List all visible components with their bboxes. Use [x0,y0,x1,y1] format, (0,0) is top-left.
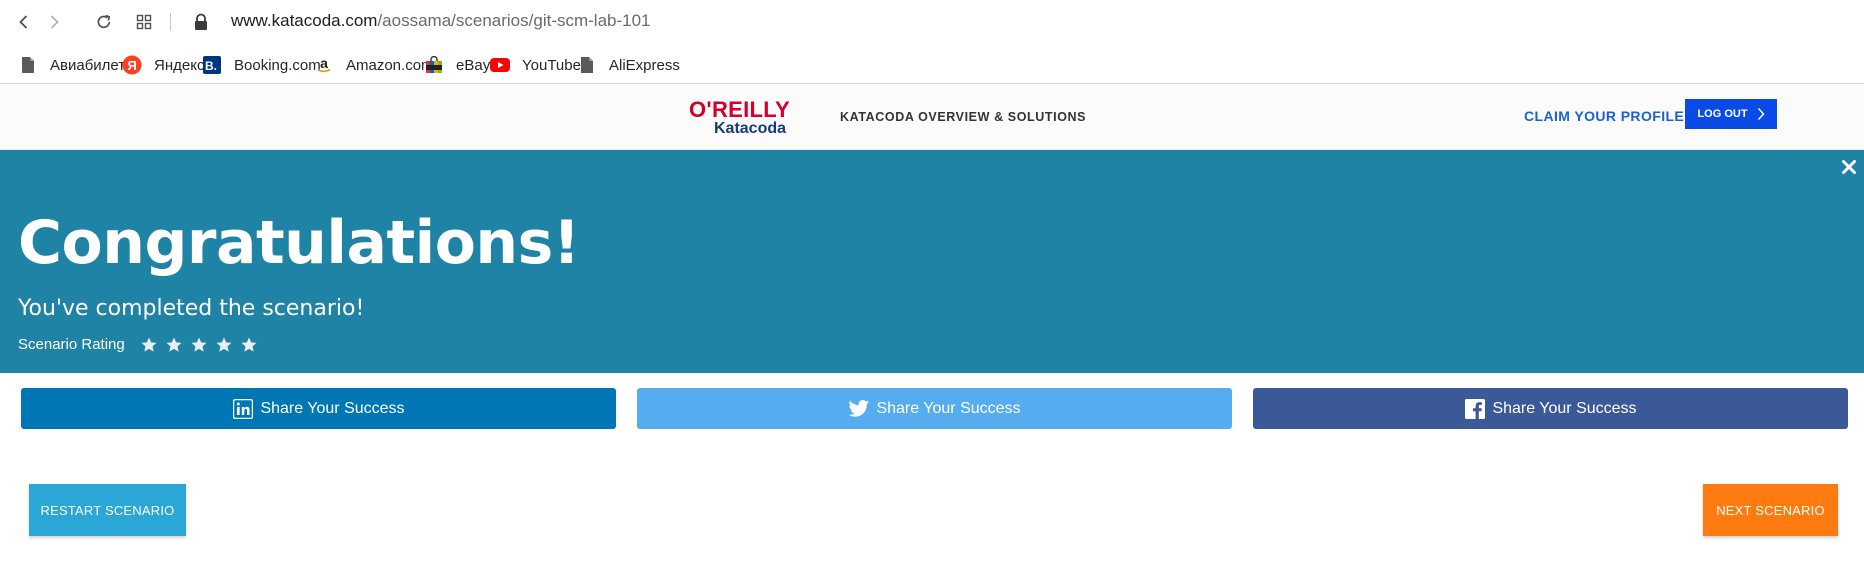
page-icon [18,55,38,75]
bookmark-label: Яндекс [154,56,205,74]
youtube-icon [490,55,510,75]
grid-icon [136,14,152,30]
oreilly-katacoda-logo[interactable]: O'REILLY Katacoda [689,97,801,139]
svg-text:Я: Я [127,58,136,73]
amazon-icon: a [314,55,334,75]
bookmark-label: Amazon.com [346,56,434,74]
address-separator [170,13,171,31]
star-icon[interactable] [165,336,183,354]
logout-label: LOG OUT [1697,108,1748,120]
forward-button[interactable] [42,10,66,34]
star-icon[interactable] [190,336,208,354]
bookmark-yandex[interactable]: Я Яндекс [122,53,204,77]
logout-button[interactable]: LOG OUT [1685,99,1777,129]
bookmark-ebay[interactable]: eBay [424,53,490,77]
bookmark-label: eBay [456,56,491,74]
logo-katacoda: Katacoda [714,120,787,137]
ebay-icon [424,55,444,75]
bookmark-label: Booking.com [234,56,321,74]
bookmark-label: YouTube [522,56,581,74]
tabs-grid-button[interactable] [132,10,156,34]
browser-address-bar: www.katacoda.com/aossama/scenarios/git-s… [0,0,1864,44]
bookmark-aliexpress[interactable]: AliExpress [577,53,680,77]
svg-text:a: a [320,56,328,71]
yandex-icon: Я [122,55,142,75]
reload-button[interactable] [92,10,116,34]
share-label: Share Your Success [876,399,1021,417]
lock-icon[interactable] [192,12,210,32]
bookmarks-bar: Авиабилеты Я Яндекс B. Booking.com a Ama… [0,46,1864,84]
bookmark-booking[interactable]: B. Booking.com [202,53,321,77]
site-header: O'REILLY Katacoda KATACODA OVERVIEW & SO… [0,85,1864,150]
page-icon [577,55,597,75]
url-path: /aossama/scenarios/git-scm-lab-101 [377,11,651,30]
completed-message: You've completed the scenario! [18,296,365,321]
star-icon[interactable] [140,336,158,354]
nav-overview-solutions[interactable]: KATACODA OVERVIEW & SOLUTIONS [840,110,1086,124]
bookmark-youtube[interactable]: YouTube [490,53,581,77]
share-linkedin-button[interactable]: Share Your Success [21,388,616,429]
share-twitter-button[interactable]: Share Your Success [637,388,1232,429]
star-icon[interactable] [215,336,233,354]
star-icon[interactable] [240,336,258,354]
facebook-icon [1464,398,1486,420]
svg-text:B.: B. [205,59,217,73]
share-facebook-button[interactable]: Share Your Success [1253,388,1848,429]
restart-scenario-button[interactable]: RESTART SCENARIO [29,484,186,536]
claim-profile-link[interactable]: CLAIM YOUR PROFILE [1524,108,1684,124]
reload-icon [97,14,111,29]
bookmark-amazon[interactable]: a Amazon.com [314,53,434,77]
chevron-right-icon [50,15,59,29]
share-label: Share Your Success [1492,399,1637,417]
url-host: www.katacoda.com [231,11,378,30]
address-url[interactable]: www.katacoda.com/aossama/scenarios/git-s… [231,11,651,31]
rating-stars [140,336,258,354]
chevron-right-icon [1757,107,1765,121]
chevron-left-icon [19,15,28,29]
close-icon[interactable] [1840,158,1858,176]
booking-icon: B. [202,55,222,75]
congrats-title: Congratulations! [18,208,580,278]
bookmark-label: AliExpress [609,56,680,74]
rating-label: Scenario Rating [18,336,125,353]
share-label: Share Your Success [260,399,405,417]
back-button[interactable] [12,10,36,34]
next-scenario-button[interactable]: NEXT SCENARIO [1703,484,1838,536]
twitter-icon [848,398,870,420]
congrats-banner: Congratulations! You've completed the sc… [0,150,1864,373]
bookmark-aviabilety[interactable]: Авиабилеты [18,53,136,77]
linkedin-icon [232,398,254,420]
